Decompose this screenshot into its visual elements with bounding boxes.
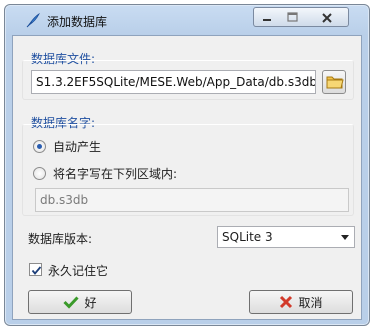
maximize-button[interactable] [279, 7, 306, 27]
x-icon [280, 295, 293, 309]
db-file-input[interactable]: S1.3.2EF5SQLite/MESE.Web/App_Data/db.s3d… [31, 70, 316, 94]
db-version-select[interactable]: SQLite 3 [217, 226, 355, 248]
auto-generate-label[interactable]: 自动产生 [53, 138, 101, 155]
remember-checkbox[interactable] [29, 263, 42, 276]
cancel-button-label: 取消 [298, 295, 323, 310]
db-version-value: SQLite 3 [222, 230, 273, 244]
feather-icon [25, 12, 41, 28]
minimize-button[interactable] [253, 7, 280, 27]
check-icon [63, 296, 80, 309]
minimize-icon [263, 19, 271, 21]
maximize-icon [287, 12, 298, 22]
close-icon [322, 13, 332, 23]
close-button[interactable] [305, 7, 349, 27]
remember-label[interactable]: 永久记住它 [48, 262, 108, 279]
dialog-window: 添加数据库 数据库文件: S1.3.2EF5SQLite/MESE.Web/Ap… [4, 4, 370, 326]
window-title: 添加数据库 [47, 15, 108, 29]
ok-button[interactable]: 好 [28, 290, 132, 314]
custom-name-label[interactable]: 将名字写在下列区域内: [53, 165, 177, 182]
dialog-body: 数据库文件: S1.3.2EF5SQLite/MESE.Web/App_Data… [12, 35, 362, 320]
custom-name-input[interactable]: db.s3db [35, 188, 349, 212]
chevron-down-icon [341, 235, 349, 240]
folder-icon [326, 76, 344, 89]
browse-button[interactable] [322, 70, 346, 94]
custom-name-radio[interactable] [33, 167, 46, 180]
checkmark-icon [31, 266, 42, 275]
title-bar[interactable]: 添加数据库 [5, 5, 369, 35]
auto-generate-radio[interactable] [33, 140, 46, 153]
ok-button-label: 好 [84, 295, 97, 310]
db-version-label: 数据库版本: [28, 232, 93, 246]
cancel-button[interactable]: 取消 [249, 290, 353, 314]
